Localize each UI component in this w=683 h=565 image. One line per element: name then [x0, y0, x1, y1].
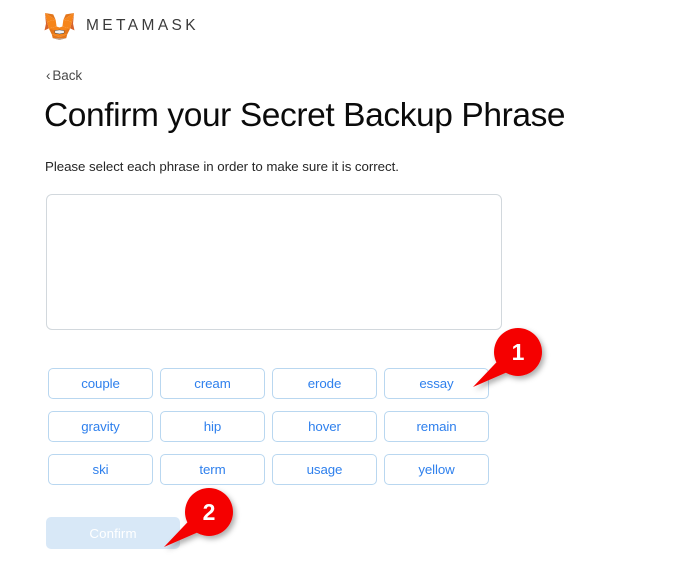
word-chip-hover[interactable]: hover	[272, 411, 377, 442]
back-link-label: Back	[52, 68, 83, 83]
word-chip-usage[interactable]: usage	[272, 454, 377, 485]
brand-name: METAMASK	[86, 17, 200, 35]
chevron-left-icon: ‹	[46, 68, 51, 83]
confirm-button[interactable]: Confirm	[46, 517, 180, 549]
page-title: Confirm your Secret Backup Phrase	[44, 97, 566, 134]
word-chip-ski[interactable]: ski	[48, 454, 153, 485]
word-chip-remain[interactable]: remain	[384, 411, 489, 442]
annotation-marker-1-number: 1	[512, 339, 525, 365]
word-chip-couple[interactable]: couple	[48, 368, 153, 399]
brand-header: METAMASK	[44, 11, 199, 41]
word-chip-essay[interactable]: essay	[384, 368, 489, 399]
word-chip-yellow[interactable]: yellow	[384, 454, 489, 485]
word-chip-gravity[interactable]: gravity	[48, 411, 153, 442]
page-subtitle: Please select each phrase in order to ma…	[45, 159, 399, 174]
word-chip-grid: couple cream erode essay gravity hip hov…	[48, 368, 490, 485]
word-chip-term[interactable]: term	[160, 454, 265, 485]
annotation-marker-2-number: 2	[203, 499, 216, 525]
selected-phrase-box[interactable]	[46, 194, 502, 330]
word-chip-cream[interactable]: cream	[160, 368, 265, 399]
back-link[interactable]: ‹ Back	[46, 68, 82, 83]
word-chip-hip[interactable]: hip	[160, 411, 265, 442]
word-chip-erode[interactable]: erode	[272, 368, 377, 399]
metamask-fox-icon	[44, 12, 75, 41]
